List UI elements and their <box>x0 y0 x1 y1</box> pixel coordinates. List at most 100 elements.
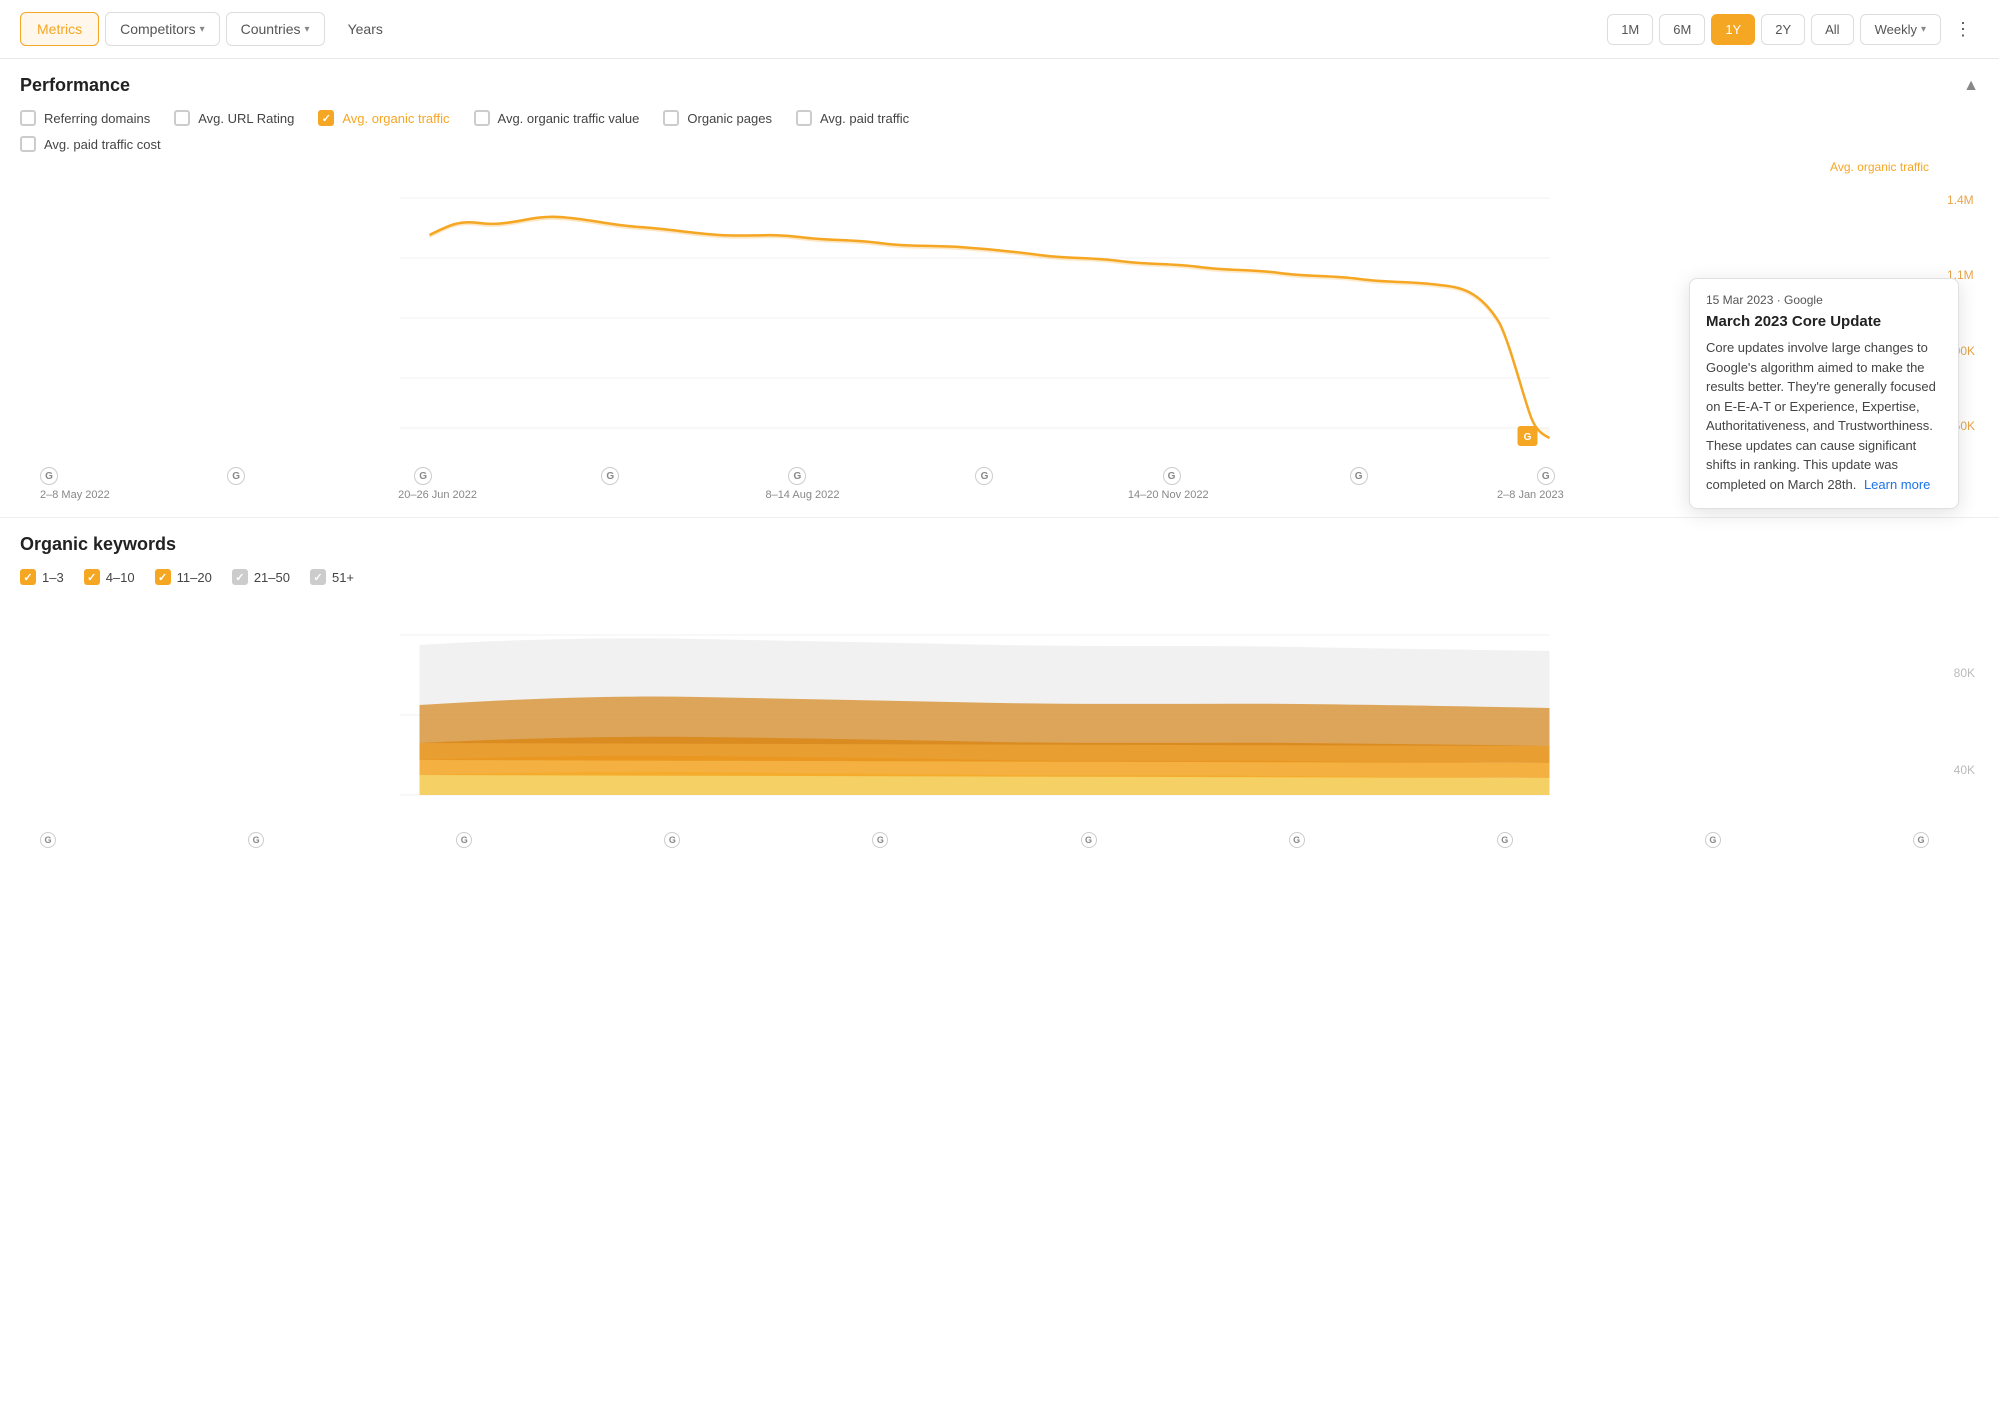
organic-keywords-title: Organic keywords <box>20 534 176 555</box>
checkbox-avg-url-rating[interactable] <box>174 110 190 126</box>
checkbox-referring-domains[interactable] <box>20 110 36 126</box>
legend-1-3[interactable]: 1–3 <box>20 569 64 585</box>
tab-competitors-label: Competitors <box>120 21 195 37</box>
tab-countries[interactable]: Countries ▾ <box>226 12 325 46</box>
period-label: Weekly <box>1875 22 1917 37</box>
checkbox-11-20[interactable] <box>155 569 171 585</box>
metric-organic-pages[interactable]: Organic pages <box>663 110 772 126</box>
performance-header: Performance ▲ <box>20 75 1979 96</box>
tab-years[interactable]: Years <box>331 12 400 46</box>
g-marker-5[interactable]: G <box>788 467 806 485</box>
chevron-down-icon: ▾ <box>1921 24 1926 35</box>
metric-referring-domains[interactable]: Referring domains <box>20 110 150 126</box>
legend-4-10-label: 4–10 <box>106 570 135 585</box>
checkbox-avg-paid-traffic[interactable] <box>796 110 812 126</box>
tooltip-body-text: Core updates involve large changes to Go… <box>1706 340 1936 492</box>
legend-11-20[interactable]: 11–20 <box>155 569 212 585</box>
kw-g-marker-5[interactable]: G <box>872 832 888 848</box>
time-2y-button[interactable]: 2Y <box>1761 14 1805 45</box>
kw-g-marker-8[interactable]: G <box>1497 832 1513 848</box>
keywords-y-axis: 80K 40K <box>1950 595 1979 848</box>
kw-g-marker-6[interactable]: G <box>1081 832 1097 848</box>
checkbox-21-50[interactable] <box>232 569 248 585</box>
legend-21-50[interactable]: 21–50 <box>232 569 290 585</box>
x-label-jan: 2–8 Jan 2023 <box>1497 489 1564 501</box>
more-options-button[interactable]: ⋮ <box>1947 13 1979 45</box>
g-marker-2[interactable]: G <box>227 467 245 485</box>
checkbox-avg-organic-traffic-value[interactable] <box>474 110 490 126</box>
g-marker-6[interactable]: G <box>975 467 993 485</box>
metric-avg-organic-traffic[interactable]: Avg. organic traffic <box>318 110 449 126</box>
metric-avg-paid-traffic-cost-label: Avg. paid traffic cost <box>44 137 161 152</box>
metric-avg-organic-traffic-value[interactable]: Avg. organic traffic value <box>474 110 640 126</box>
performance-chart-svg: G <box>20 178 1979 458</box>
metric-avg-paid-traffic-label: Avg. paid traffic <box>820 111 909 126</box>
top-navigation: Metrics Competitors ▾ Countries ▾ Years … <box>0 0 1999 59</box>
checkbox-51plus[interactable] <box>310 569 326 585</box>
metrics-row-1: Referring domains Avg. URL Rating Avg. o… <box>20 110 1979 126</box>
x-label-may: 2–8 May 2022 <box>40 489 110 501</box>
x-label-aug: 8–14 Aug 2022 <box>765 489 839 501</box>
kw-g-marker-10[interactable]: G <box>1913 832 1929 848</box>
keywords-chart-svg <box>20 595 1979 825</box>
svg-text:G: G <box>1524 432 1532 443</box>
tooltip-title: March 2023 Core Update <box>1706 313 1942 330</box>
checkbox-1-3[interactable] <box>20 569 36 585</box>
kw-g-marker-7[interactable]: G <box>1289 832 1305 848</box>
organic-keywords-section: Organic keywords 1–3 4–10 11–20 21–50 <box>0 518 1999 864</box>
tab-metrics[interactable]: Metrics <box>20 12 99 46</box>
metric-referring-domains-label: Referring domains <box>44 111 150 126</box>
time-6m-button[interactable]: 6M <box>1659 14 1705 45</box>
time-1m-button[interactable]: 1M <box>1607 14 1653 45</box>
legend-51plus[interactable]: 51+ <box>310 569 354 585</box>
chart-right-label: Avg. organic traffic <box>1830 160 1929 174</box>
tab-competitors[interactable]: Competitors ▾ <box>105 12 220 46</box>
checkbox-avg-organic-traffic[interactable] <box>318 110 334 126</box>
chevron-down-icon: ▾ <box>200 24 205 35</box>
checkbox-4-10[interactable] <box>84 569 100 585</box>
performance-title: Performance <box>20 75 130 96</box>
tooltip-date: 15 Mar 2023 · Google <box>1706 293 1942 307</box>
x-label-nov: 14–20 Nov 2022 <box>1128 489 1209 501</box>
period-dropdown[interactable]: Weekly ▾ <box>1860 14 1941 45</box>
tooltip-learn-more-link[interactable]: Learn more <box>1864 477 1930 492</box>
kw-g-marker-4[interactable]: G <box>664 832 680 848</box>
g-marker-1[interactable]: G <box>40 467 58 485</box>
metric-avg-organic-traffic-label: Avg. organic traffic <box>342 111 449 126</box>
tab-years-label: Years <box>348 21 383 37</box>
g-marker-3[interactable]: G <box>414 467 432 485</box>
keywords-header: Organic keywords <box>20 534 1979 555</box>
checkbox-avg-paid-traffic-cost[interactable] <box>20 136 36 152</box>
x-label-jun: 20–26 Jun 2022 <box>398 489 477 501</box>
tab-metrics-label: Metrics <box>37 21 82 37</box>
g-marker-9[interactable]: G <box>1537 467 1555 485</box>
checkbox-organic-pages[interactable] <box>663 110 679 126</box>
legend-51plus-label: 51+ <box>332 570 354 585</box>
chevron-down-icon: ▾ <box>305 24 310 35</box>
keywords-legend: 1–3 4–10 11–20 21–50 51+ <box>20 569 1979 585</box>
g-marker-4[interactable]: G <box>601 467 619 485</box>
g-marker-8[interactable]: G <box>1350 467 1368 485</box>
legend-11-20-label: 11–20 <box>177 570 212 585</box>
kw-g-marker-2[interactable]: G <box>248 832 264 848</box>
time-all-button[interactable]: All <box>1811 14 1853 45</box>
keywords-chart-container: 80K 40K G G G G G G G G G G <box>20 595 1979 848</box>
metric-avg-url-rating[interactable]: Avg. URL Rating <box>174 110 294 126</box>
g-markers-row: G G G G G G G G G G G <box>20 463 1979 487</box>
kw-g-marker-3[interactable]: G <box>456 832 472 848</box>
metric-avg-paid-traffic-cost[interactable]: Avg. paid traffic cost <box>20 136 161 152</box>
metrics-row-2: Avg. paid traffic cost <box>20 136 1979 152</box>
kw-g-marker-9[interactable]: G <box>1705 832 1721 848</box>
time-1y-button[interactable]: 1Y <box>1711 14 1755 45</box>
kw-g-marker-1[interactable]: G <box>40 832 56 848</box>
metric-avg-paid-traffic[interactable]: Avg. paid traffic <box>796 110 909 126</box>
legend-4-10[interactable]: 4–10 <box>84 569 135 585</box>
g-marker-7[interactable]: G <box>1163 467 1181 485</box>
legend-21-50-label: 21–50 <box>254 570 290 585</box>
keywords-g-markers-row: G G G G G G G G G G <box>20 830 1979 848</box>
keywords-y-label-80k: 80K <box>1954 666 1975 680</box>
nav-controls-right: 1M 6M 1Y 2Y All Weekly ▾ ⋮ <box>1607 13 1979 45</box>
metric-organic-pages-label: Organic pages <box>687 111 772 126</box>
more-dots-icon: ⋮ <box>1954 19 1972 40</box>
collapse-button[interactable]: ▲ <box>1963 77 1979 95</box>
